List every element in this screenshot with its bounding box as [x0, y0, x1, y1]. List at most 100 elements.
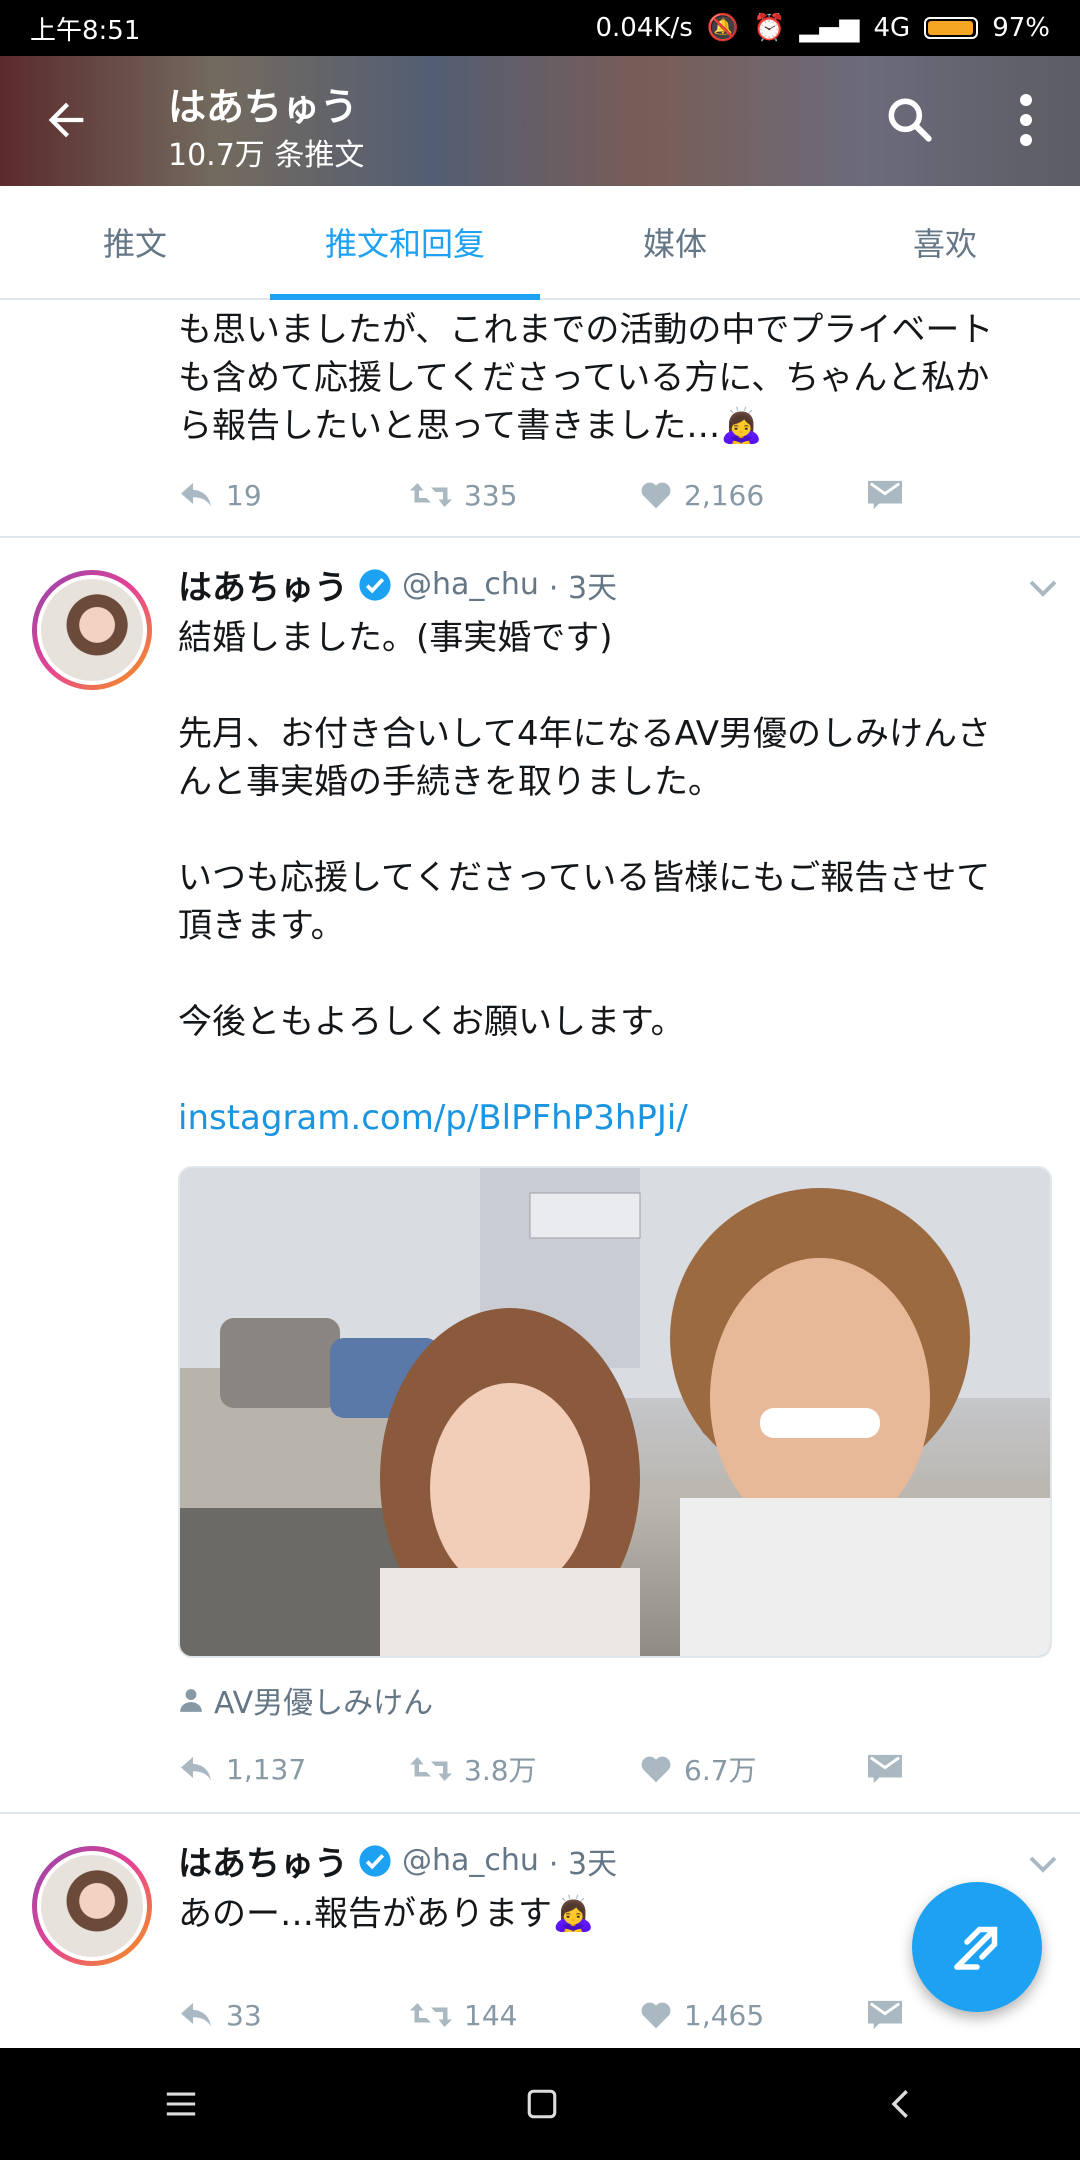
reply-icon: [181, 483, 211, 507]
reply-button[interactable]: 33: [178, 1999, 262, 2032]
tweet-photo[interactable]: [178, 1166, 1052, 1658]
avatar[interactable]: [32, 1846, 152, 1966]
tagged-user[interactable]: AV男優しみけん: [178, 1678, 433, 1722]
retweet-button[interactable]: 335: [410, 479, 517, 512]
tab-tweets-and-replies[interactable]: 推文和回复: [270, 186, 540, 300]
tweet-divider: [0, 1812, 1080, 1814]
retweet-count: 144: [464, 1998, 518, 2032]
tab-tweets[interactable]: 推文: [0, 186, 270, 298]
author-handle: @ha_chu: [402, 567, 539, 602]
photo-illustration: [180, 1168, 1050, 1656]
search-icon[interactable]: [882, 92, 938, 148]
tweet-actions: 33 144 1,465: [178, 1990, 902, 2040]
retweet-icon: [410, 2003, 452, 2027]
status-bar: 上午8:51 0.04K/s 🔕 ⏰ ▂▄▆ 4G 97%: [0, 0, 1080, 56]
tweet-link[interactable]: instagram.com/p/BlPFhP3hPJi/: [178, 1094, 1058, 1142]
chevron-down-icon[interactable]: [1028, 1854, 1058, 1874]
retweet-count: 3.8万: [464, 1754, 537, 1787]
reply-count: 33: [226, 1998, 262, 2032]
retweet-button[interactable]: 144: [410, 1999, 517, 2032]
profile-header: はあちゅう 10.7万 条推文: [0, 56, 1080, 186]
verified-badge-icon: [359, 568, 391, 601]
author-handle: @ha_chu: [402, 1843, 539, 1878]
like-button[interactable]: 1,465: [640, 1999, 764, 2032]
retweet-icon: [410, 1757, 452, 1781]
reply-icon: [181, 1757, 211, 1781]
alarm-icon: ⏰: [753, 13, 786, 43]
retweet-icon: [410, 483, 452, 507]
tweet-actions: 1,137 3.8万 6.7万: [178, 1744, 902, 1794]
like-button[interactable]: 6.7万: [640, 1749, 757, 1789]
message-icon: [868, 480, 902, 510]
tweet-author-line: はあちゅう @ha_chu · 3天: [178, 560, 617, 609]
network-speed: 0.04K/s: [595, 13, 693, 43]
tweet-text-line: 頂きます。: [178, 906, 345, 946]
author-name[interactable]: はあちゅう: [178, 560, 348, 609]
heart-icon: [641, 482, 671, 509]
tweet-text: 結婚しました。(事実婚です) 先月、お付き合いして4年になるAV男優のしみけんさ…: [178, 614, 1058, 1142]
compose-tweet-button[interactable]: [912, 1882, 1042, 2012]
like-button[interactable]: 2,166: [640, 479, 764, 512]
tweet-text-line: いつも応援してくださっている皆様にもご報告させて: [178, 858, 991, 898]
person-icon: [180, 1689, 202, 1712]
tweet-divider: [0, 536, 1080, 538]
back-arrow-icon[interactable]: [40, 94, 92, 146]
verified-badge-icon: [359, 1844, 391, 1877]
reply-icon: [181, 2003, 211, 2027]
back-icon[interactable]: [886, 2087, 916, 2121]
reply-count: 1,137: [226, 1752, 307, 1786]
status-indicators: 0.04K/s 🔕 ⏰ ▂▄▆ 4G 97%: [596, 13, 1051, 43]
like-count: 6.7万: [684, 1754, 757, 1787]
retweet-count: 335: [464, 478, 518, 512]
avatar[interactable]: [32, 570, 152, 690]
tweet-text-line: んと事実婚の手続きを取りました。: [178, 762, 722, 802]
heart-icon: [641, 2002, 671, 2029]
profile-name: はあちゅう: [168, 85, 359, 129]
tab-media[interactable]: 媒体: [540, 186, 810, 298]
tagged-user-name: AV男優しみけん: [214, 1686, 434, 1721]
like-count: 1,465: [684, 1998, 765, 2032]
tweet-time: · 3天: [548, 570, 618, 606]
heart-icon: [641, 1756, 671, 1783]
battery-icon: [924, 17, 979, 39]
network-type: 4G: [873, 13, 911, 43]
message-icon: [868, 2000, 902, 2030]
tweet-text-line: 先月、お付き合いして4年になるAV男優のしみけんさ: [178, 714, 991, 754]
retweet-button[interactable]: 3.8万: [410, 1749, 537, 1789]
mute-icon: 🔕: [706, 13, 740, 43]
direct-message-button[interactable]: [868, 2000, 902, 2030]
status-time: 上午8:51: [30, 15, 141, 46]
reply-count: 19: [226, 478, 262, 512]
compose-feather-icon: [954, 1926, 998, 1970]
tweet-actions: 19 335 2,166: [178, 470, 902, 520]
profile-tabs: 推文 推文和回复 媒体 喜欢: [0, 186, 1080, 300]
battery-level: 97%: [992, 13, 1050, 43]
tweet-text-line: も思いましたが、これまでの活動の中でプライベート: [178, 310, 994, 350]
menu-icon[interactable]: [164, 2089, 198, 2119]
home-icon[interactable]: [525, 2087, 559, 2121]
message-icon: [868, 1754, 902, 1784]
tweet-count: 10.7万 条推文: [168, 138, 365, 173]
tweet-author-line: はあちゅう @ha_chu · 3天: [178, 1836, 617, 1885]
tweet-text-line: も含めて応援してくださっている方に、ちゃんと私か: [178, 358, 990, 398]
direct-message-button[interactable]: [868, 480, 902, 510]
like-count: 2,166: [684, 478, 765, 512]
tab-likes[interactable]: 喜欢: [810, 186, 1080, 298]
signal-icon: ▂▄▆: [799, 13, 860, 43]
system-navigation-bar: [0, 2048, 1080, 2160]
direct-message-button[interactable]: [868, 1754, 902, 1784]
chevron-down-icon[interactable]: [1028, 578, 1058, 598]
tweet-text-line: ら報告したいと思って書きました…🙇‍♀️: [178, 406, 763, 446]
tweet-text: あのー…報告があります🙇‍♀️: [178, 1894, 595, 1934]
more-options-icon[interactable]: [1006, 92, 1046, 148]
tweet-text-line: 今後ともよろしくお願いします。: [178, 1002, 685, 1042]
reply-button[interactable]: 19: [178, 479, 262, 512]
tweet-text: も思いましたが、これまでの活動の中でプライベート も含めて応援してくださっている…: [178, 306, 1058, 450]
tweet-time: · 3天: [548, 1846, 618, 1882]
author-name[interactable]: はあちゅう: [178, 1836, 348, 1885]
reply-button[interactable]: 1,137: [178, 1753, 306, 1786]
